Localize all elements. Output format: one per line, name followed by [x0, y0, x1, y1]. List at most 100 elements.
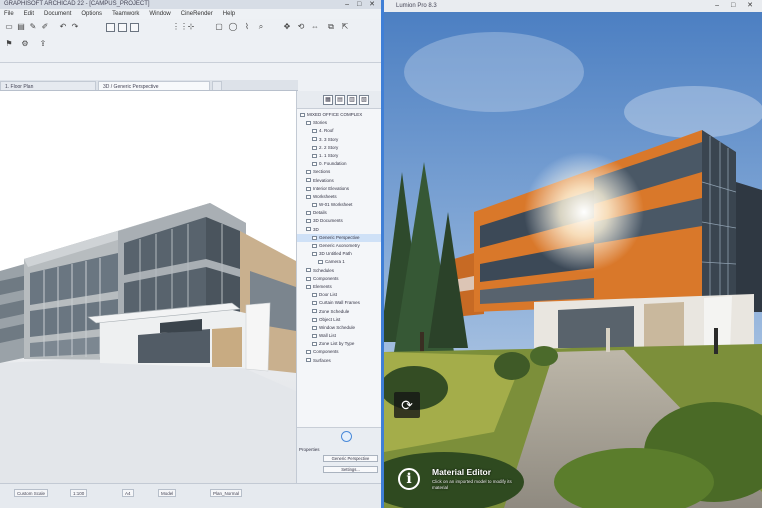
zoom-icon[interactable]: ⌕: [256, 22, 266, 32]
navigator-item-label: Curtain Wall Frames: [319, 300, 360, 306]
snap-icon[interactable]: ⊹: [186, 22, 196, 32]
plan-type[interactable]: Plan_Normal: [210, 489, 243, 497]
navigator-item[interactable]: Elevations: [297, 177, 381, 185]
window-controls[interactable]: – □ ✕: [345, 0, 378, 9]
navigator-item[interactable]: Generic Axonometry: [297, 242, 381, 250]
folder-icon: [312, 301, 317, 306]
navigator-item[interactable]: Door List: [297, 291, 381, 299]
render-window-controls[interactable]: – □ ✕: [715, 0, 758, 12]
navigator-item-label: Generic Axonometry: [319, 243, 360, 248]
navigator-item[interactable]: Schedules: [297, 267, 381, 275]
navigator-item[interactable]: Elements: [297, 283, 381, 291]
navigator-item[interactable]: 1. 1 Story: [297, 152, 381, 160]
view-name-button[interactable]: Generic Perspective: [323, 455, 378, 462]
navigator-item[interactable]: Camera 1: [297, 258, 381, 266]
navigator-item[interactable]: 3. 3 Story: [297, 136, 381, 144]
stretch-icon[interactable]: ⇱: [340, 22, 350, 32]
navigator-item[interactable]: 3D Documents: [297, 217, 381, 225]
redo-icon[interactable]: ↷: [70, 22, 80, 32]
navigator-item-label: Object List: [319, 316, 341, 322]
marquee-tool-button[interactable]: [118, 23, 127, 32]
rotate-icon[interactable]: ⟲: [296, 22, 306, 32]
navigator-item[interactable]: Curtain Wall Frames: [297, 299, 381, 307]
navigator-item[interactable]: Zone List by Type: [297, 340, 381, 348]
flag-icon[interactable]: ⚑: [4, 39, 14, 49]
navigator-item-label: Window Schedule: [319, 324, 356, 330]
refresh-icon[interactable]: [341, 431, 352, 442]
offset-icon[interactable]: ⧉: [326, 22, 336, 32]
folder-icon: [312, 342, 317, 347]
grid-icon[interactable]: ⋮⋮: [172, 22, 188, 32]
menu-item-help[interactable]: Help: [223, 11, 235, 17]
navigator-item[interactable]: Components: [297, 275, 381, 283]
publisher-button[interactable]: ▧: [359, 95, 369, 105]
menu-item-teamwork[interactable]: Teamwork: [112, 11, 139, 17]
tab-3d-perspective[interactable]: 3D / Generic Perspective: [98, 81, 210, 90]
settings-gear-icon[interactable]: ⚙: [20, 39, 30, 49]
look-around-button[interactable]: ⟳: [394, 392, 420, 418]
paper-size[interactable]: A4: [122, 489, 134, 497]
new-icon[interactable]: ▭: [4, 22, 14, 32]
open-icon[interactable]: ▤: [16, 22, 26, 32]
arrow-tool-button[interactable]: [106, 23, 115, 32]
magic-wand-button[interactable]: [130, 23, 139, 32]
folder-icon: [312, 202, 317, 207]
undo-icon[interactable]: ↶: [58, 22, 68, 32]
navigator-item[interactable]: Window Schedule: [297, 324, 381, 332]
folder-icon: [312, 235, 317, 240]
navigator-item[interactable]: Components: [297, 348, 381, 356]
navigator-item[interactable]: Sections: [297, 168, 381, 176]
navigator-item[interactable]: Stories: [297, 119, 381, 127]
navigator-item[interactable]: Details: [297, 209, 381, 217]
navigator-item[interactable]: Surfaces: [297, 357, 381, 365]
navigator-item[interactable]: Zone Schedule: [297, 308, 381, 316]
navigator-item[interactable]: Generic Perspective: [297, 233, 381, 242]
scale-value[interactable]: 1:100: [70, 489, 88, 497]
navigator-item[interactable]: 3D: [297, 226, 381, 234]
render-viewport[interactable]: ⟳ i Material Editor Click on an imported…: [384, 12, 762, 508]
pencil-icon[interactable]: ✎: [28, 22, 38, 32]
navigator-item[interactable]: MIXED OFFICE COMPLEX: [297, 111, 381, 119]
folder-icon: [306, 121, 311, 125]
rectangle-icon[interactable]: ▢: [214, 22, 224, 32]
settings-button[interactable]: Settings...: [323, 466, 378, 473]
folder-icon: [312, 333, 317, 338]
view-map-button[interactable]: ▤: [335, 95, 345, 105]
polyline-icon[interactable]: ⌇: [242, 22, 252, 32]
upload-icon[interactable]: ⇪: [38, 39, 48, 49]
menu-item-file[interactable]: File: [4, 11, 14, 17]
navigator-item[interactable]: 0. Foundation: [297, 160, 381, 168]
navigator-item[interactable]: 2. 2 Story: [297, 144, 381, 152]
navigator-item-label: Worksheets: [313, 193, 337, 199]
move-icon[interactable]: ✥: [282, 22, 292, 32]
menu-item-cinerender[interactable]: CineRender: [181, 11, 213, 17]
menu-item-document[interactable]: Document: [44, 11, 71, 17]
model-view-option[interactable]: Model: [158, 489, 177, 497]
render-titlebar: Lumion Pro 8.3 – □ ✕: [384, 0, 762, 12]
menu-item-window[interactable]: Window: [149, 11, 170, 17]
3d-model-viewport[interactable]: [0, 91, 296, 483]
circle-icon[interactable]: ◯: [228, 22, 238, 32]
mirror-icon[interactable]: ⇔: [310, 22, 320, 32]
menu-item-options[interactable]: Options: [81, 11, 102, 17]
navigator-item[interactable]: Object List: [297, 316, 381, 324]
3d-building-model: [0, 203, 296, 483]
folder-icon: [318, 260, 323, 265]
navigator-item-label: Stories: [313, 120, 328, 126]
navigator-item[interactable]: W-01 Worksheet: [297, 201, 381, 209]
project-map-button[interactable]: ▦: [323, 95, 333, 105]
tab-floor-plan[interactable]: 1. Floor Plan: [0, 81, 96, 90]
tab-more[interactable]: [212, 81, 222, 90]
folder-icon: [312, 252, 317, 256]
scale-selector[interactable]: Custom Scale: [14, 489, 49, 497]
navigator-item[interactable]: Wall List: [297, 332, 381, 340]
navigator-item[interactable]: 3D Untitled Path: [297, 250, 381, 258]
archicad-window: GRAPHISOFT ARCHICAD 22 - [CAMPUS_PROJECT…: [0, 0, 384, 508]
brush-icon[interactable]: ✐: [40, 22, 50, 32]
navigator-item[interactable]: 4. Roof: [297, 127, 381, 135]
layout-book-button[interactable]: ▥: [347, 95, 357, 105]
navigator-item[interactable]: Worksheets: [297, 193, 381, 201]
menu-item-edit[interactable]: Edit: [24, 11, 34, 17]
navigator-item[interactable]: Interior Elevations: [297, 185, 381, 193]
project-navigator: ▦ ▤ ▥ ▧ MIXED OFFICE COMPLEX Stories 4. Ro…: [296, 91, 381, 483]
